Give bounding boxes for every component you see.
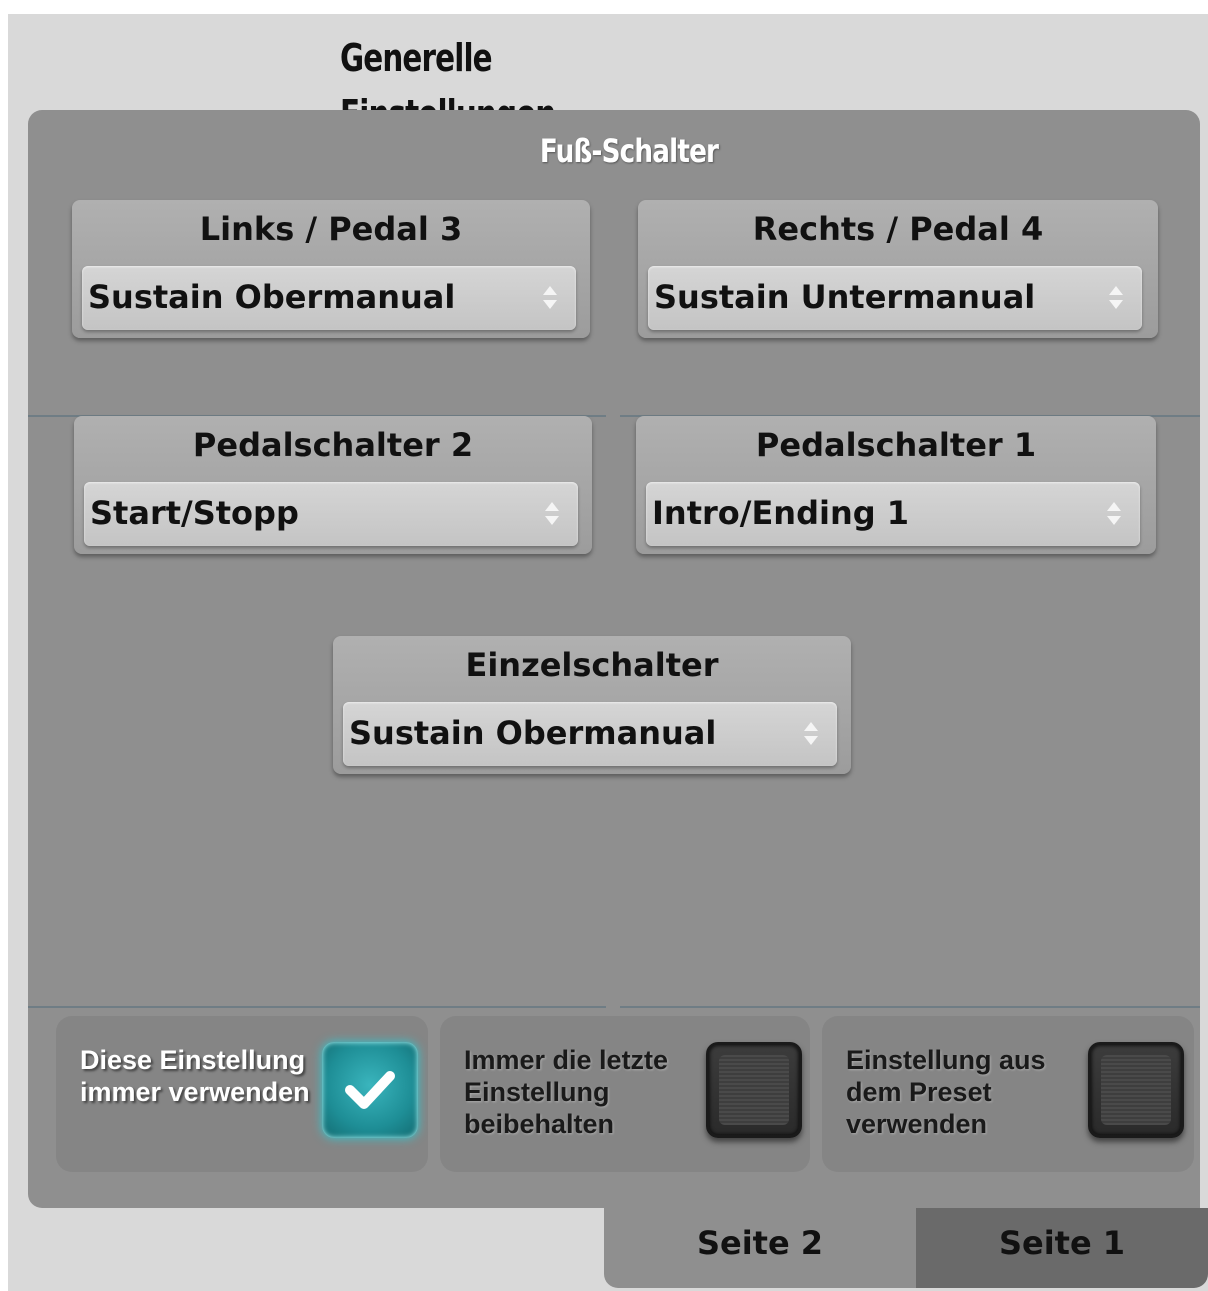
page-title: Generelle Einstellungen (340, 36, 556, 136)
option-keep-last: Immer die letzte Einstellung beibehalten (440, 1016, 810, 1172)
option-label: Immer die letzte Einstellung beibehalten (464, 1045, 669, 1139)
updown-arrow-icon (1106, 282, 1126, 314)
updown-arrow-icon (540, 282, 560, 314)
option-checkbox-always-use[interactable] (322, 1042, 418, 1138)
switch-select-rechts[interactable]: Sustain Untermanual (648, 266, 1142, 330)
select-value: Sustain Obermanual (88, 278, 456, 316)
option-label: Diese Einstellung immer verwenden (80, 1045, 310, 1107)
switch-pedalschalter-1: Pedalschalter 1 Intro/Ending 1 (636, 416, 1156, 554)
divider (620, 1006, 1200, 1008)
switch-select-links[interactable]: Sustain Obermanual (82, 266, 576, 330)
option-checkbox-keep-last[interactable] (706, 1042, 802, 1138)
divider (28, 1006, 606, 1008)
select-value: Sustain Untermanual (654, 278, 1036, 316)
select-value: Start/Stopp (90, 494, 299, 532)
tab-seite-1[interactable]: Seite 1 (916, 1208, 1208, 1288)
switch-select-pedalschalter-2[interactable]: Start/Stopp (84, 482, 578, 546)
section-title: Fuß-Schalter (539, 132, 719, 170)
updown-arrow-icon (542, 498, 562, 530)
option-label: Einstellung aus dem Preset verwenden (846, 1045, 1046, 1139)
switch-pedalschalter-2: Pedalschalter 2 Start/Stopp (74, 416, 592, 554)
select-value: Intro/Ending 1 (652, 494, 910, 532)
checkmark-icon (345, 1071, 395, 1109)
switch-label: Einzelschalter (465, 646, 719, 684)
switch-rechts-pedal-4: Rechts / Pedal 4 Sustain Untermanual (638, 200, 1158, 338)
switch-select-pedalschalter-1[interactable]: Intro/Ending 1 (646, 482, 1140, 546)
updown-arrow-icon (801, 718, 821, 750)
switch-select-einzelschalter[interactable]: Sustain Obermanual (343, 702, 837, 766)
switch-label: Pedalschalter 1 (755, 426, 1037, 464)
select-value: Sustain Obermanual (349, 714, 717, 752)
switch-label: Pedalschalter 2 (192, 426, 474, 464)
option-from-preset: Einstellung aus dem Preset verwenden (822, 1016, 1194, 1172)
updown-arrow-icon (1104, 498, 1124, 530)
option-always-use: Diese Einstellung immer verwenden (56, 1016, 428, 1172)
switch-label: Rechts / Pedal 4 (752, 210, 1044, 248)
switch-einzelschalter: Einzelschalter Sustain Obermanual (333, 636, 851, 774)
option-checkbox-from-preset[interactable] (1088, 1042, 1184, 1138)
switch-label: Links / Pedal 3 (199, 210, 463, 248)
tab-seite-2[interactable]: Seite 2 (604, 1208, 916, 1288)
switch-links-pedal-3: Links / Pedal 3 Sustain Obermanual (72, 200, 590, 338)
